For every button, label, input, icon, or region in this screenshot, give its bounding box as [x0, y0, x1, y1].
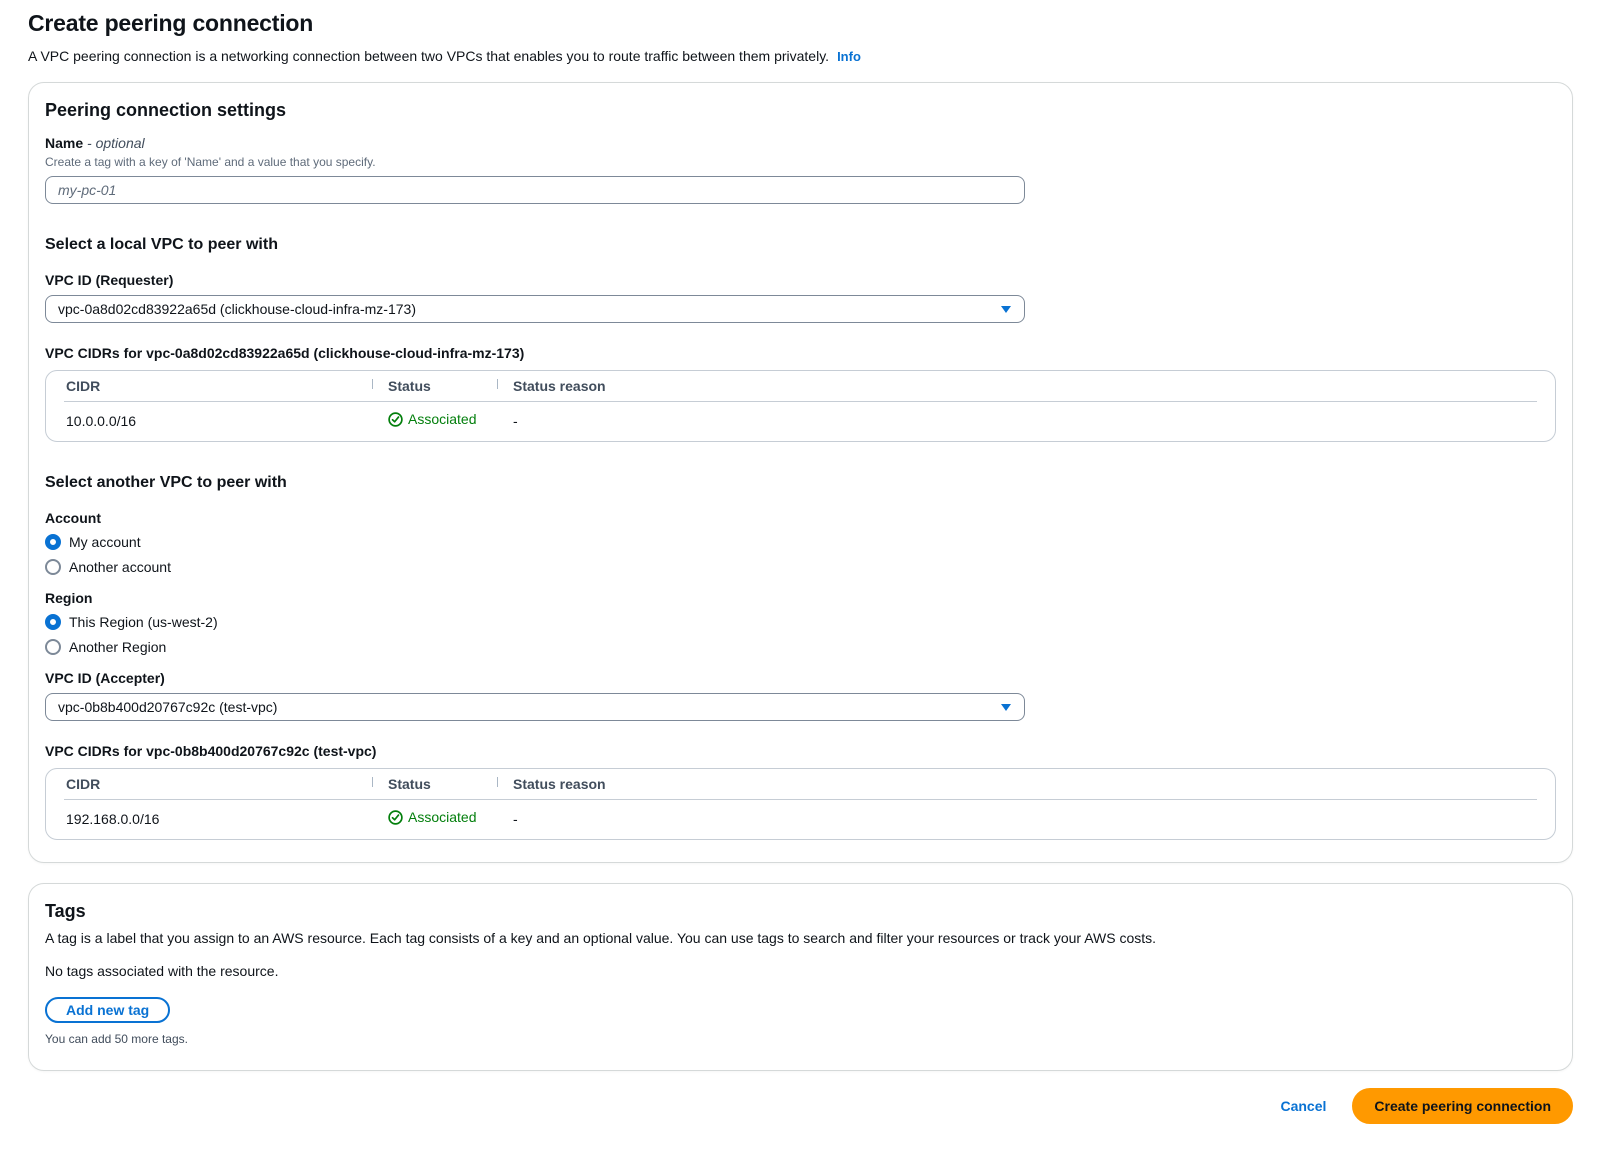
cidr-value: 10.0.0.0/16 — [64, 413, 372, 429]
page-title: Create peering connection — [28, 10, 1573, 37]
local-vpc-section-heading: Select a local VPC to peer with — [45, 236, 1556, 254]
status-cell: Associated — [372, 411, 497, 430]
requester-cidr-table: CIDR Status Status reason 10.0.0.0/16 As… — [45, 370, 1556, 442]
info-link[interactable]: Info — [837, 49, 861, 64]
check-circle-icon — [388, 810, 403, 825]
status-text: Associated — [408, 411, 476, 427]
radio-option-another-region[interactable]: Another Region — [45, 637, 1556, 657]
column-header-status: Status — [372, 378, 497, 394]
region-radio-group: This Region (us-west-2) Another Region — [45, 612, 1556, 657]
radio-option-my-account[interactable]: My account — [45, 532, 1556, 552]
radio-option-another-account[interactable]: Another account — [45, 557, 1556, 577]
page-subtitle: A VPC peering connection is a networking… — [28, 46, 1573, 67]
requester-cidrs-label: VPC CIDRs for vpc-0a8d02cd83922a65d (cli… — [45, 344, 1556, 362]
name-field-label: Name - optional — [45, 134, 1556, 152]
status-badge: Associated — [388, 411, 476, 427]
cancel-button[interactable]: Cancel — [1280, 1098, 1326, 1114]
another-vpc-section-heading: Select another VPC to peer with — [45, 474, 1556, 492]
form-actions: Cancel Create peering connection — [28, 1088, 1573, 1162]
create-peering-connection-button[interactable]: Create peering connection — [1352, 1088, 1573, 1124]
table-header-row: CIDR Status Status reason — [64, 769, 1537, 800]
radio-unselected-icon — [45, 559, 61, 575]
table-row: 10.0.0.0/16 Associated - — [64, 402, 1537, 439]
account-radio-group: My account Another account — [45, 532, 1556, 577]
tags-remaining-text: You can add 50 more tags. — [45, 1032, 1556, 1046]
create-peering-connection-page: Create peering connection A VPC peering … — [0, 0, 1600, 1162]
vpc-requester-label: VPC ID (Requester) — [45, 271, 1556, 289]
vpc-requester-selected-value: vpc-0a8d02cd83922a65d (clickhouse-cloud-… — [58, 301, 1000, 317]
vpc-accepter-select[interactable]: vpc-0b8b400d20767c92c (test-vpc) — [45, 693, 1025, 721]
chevron-down-icon — [1000, 304, 1012, 314]
tags-card: Tags A tag is a label that you assign to… — [28, 883, 1573, 1071]
column-header-status-reason: Status reason — [497, 776, 1537, 792]
peering-settings-heading: Peering connection settings — [45, 100, 1556, 121]
accepter-cidrs-label: VPC CIDRs for vpc-0b8b400d20767c92c (tes… — [45, 742, 1556, 760]
page-subtitle-text: A VPC peering connection is a networking… — [28, 48, 829, 64]
column-header-status-reason: Status reason — [497, 378, 1537, 394]
status-cell: Associated — [372, 809, 497, 828]
account-group-label: Account — [45, 509, 1556, 527]
peering-settings-card: Peering connection settings Name - optio… — [28, 82, 1573, 863]
radio-selected-icon — [45, 614, 61, 630]
vpc-accepter-selected-value: vpc-0b8b400d20767c92c (test-vpc) — [58, 699, 1000, 715]
status-text: Associated — [408, 809, 476, 825]
status-reason-value: - — [497, 811, 1537, 827]
tags-description: A tag is a label that you assign to an A… — [45, 928, 1556, 948]
status-badge: Associated — [388, 809, 476, 825]
radio-unselected-icon — [45, 639, 61, 655]
tags-heading: Tags — [45, 901, 1556, 922]
radio-option-this-region[interactable]: This Region (us-west-2) — [45, 612, 1556, 632]
table-row: 192.168.0.0/16 Associated - — [64, 800, 1537, 837]
name-optional-label: - optional — [87, 135, 145, 151]
cidr-value: 192.168.0.0/16 — [64, 811, 372, 827]
column-header-status: Status — [372, 776, 497, 792]
table-header-row: CIDR Status Status reason — [64, 371, 1537, 402]
add-new-tag-button[interactable]: Add new tag — [45, 997, 170, 1023]
column-header-cidr: CIDR — [64, 776, 372, 792]
vpc-accepter-label: VPC ID (Accepter) — [45, 669, 1556, 687]
name-field-description: Create a tag with a key of 'Name' and a … — [45, 154, 1556, 170]
region-group-label: Region — [45, 589, 1556, 607]
tags-empty-text: No tags associated with the resource. — [45, 963, 1556, 979]
accepter-cidr-table: CIDR Status Status reason 192.168.0.0/16… — [45, 768, 1556, 840]
chevron-down-icon — [1000, 702, 1012, 712]
check-circle-icon — [388, 412, 403, 427]
name-input[interactable] — [45, 176, 1025, 204]
status-reason-value: - — [497, 413, 1537, 429]
column-header-cidr: CIDR — [64, 378, 372, 394]
radio-selected-icon — [45, 534, 61, 550]
vpc-requester-select[interactable]: vpc-0a8d02cd83922a65d (clickhouse-cloud-… — [45, 295, 1025, 323]
